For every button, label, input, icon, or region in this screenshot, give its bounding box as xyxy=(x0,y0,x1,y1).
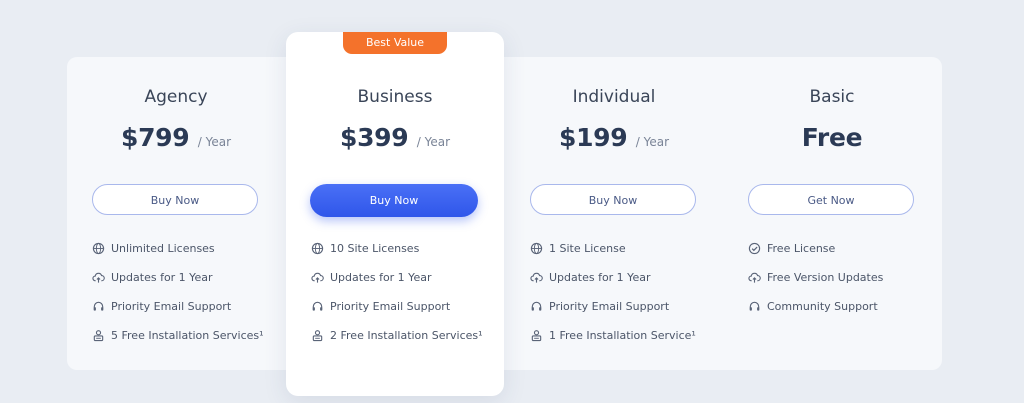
cloud-upload-icon xyxy=(530,271,543,284)
feature-item: Priority Email Support xyxy=(92,300,264,329)
globe-icon xyxy=(311,242,324,255)
plan-name: Agency xyxy=(144,87,208,107)
feature-list: Free License Free Version Updates Commun… xyxy=(748,242,883,329)
buy-now-button[interactable]: Buy Now xyxy=(530,184,696,215)
globe-icon xyxy=(530,242,543,255)
plan-price: Free xyxy=(723,123,941,152)
feature-list: Unlimited Licenses Updates for 1 Year Pr… xyxy=(92,242,264,358)
feature-item: Priority Email Support xyxy=(311,300,483,329)
feature-item: Free Version Updates xyxy=(748,271,883,300)
plan-card-basic: Basic Free Get Now Free License Free Ver… xyxy=(723,57,941,370)
price-period: / Year xyxy=(197,135,232,149)
headset-icon xyxy=(748,300,761,313)
feature-list: 10 Site Licenses Updates for 1 Year Prio… xyxy=(311,242,483,358)
headset-icon xyxy=(530,300,543,313)
feature-item: Priority Email Support xyxy=(530,300,696,329)
buy-now-button[interactable]: Buy Now xyxy=(92,184,258,215)
feature-item: Updates for 1 Year xyxy=(311,271,483,300)
feature-item: 5 Free Installation Services¹ xyxy=(92,329,264,358)
price-amount: Free xyxy=(801,123,863,152)
cloud-upload-icon xyxy=(92,271,105,284)
price-amount: $199 xyxy=(558,123,628,152)
installer-icon xyxy=(530,329,543,342)
buy-now-button[interactable]: Buy Now xyxy=(310,184,478,217)
cloud-upload-icon xyxy=(748,271,761,284)
price-amount: $399 xyxy=(339,123,409,152)
plan-price: $399 / Year xyxy=(286,123,504,152)
feature-item: 2 Free Installation Services¹ xyxy=(311,329,483,358)
price-amount: $799 xyxy=(120,123,190,152)
feature-list: 1 Site License Updates for 1 Year Priori… xyxy=(530,242,696,358)
installer-icon xyxy=(311,329,324,342)
plan-name: Business xyxy=(357,87,433,107)
headset-icon xyxy=(311,300,324,313)
feature-item: Unlimited Licenses xyxy=(92,242,264,271)
installer-icon xyxy=(92,329,105,342)
feature-item: 1 Free Installation Service¹ xyxy=(530,329,696,358)
price-period: / Year xyxy=(416,135,451,149)
plan-card-individual: Individual $199 / Year Buy Now 1 Site Li… xyxy=(505,57,723,370)
feature-item: Updates for 1 Year xyxy=(92,271,264,300)
best-value-badge: Best Value xyxy=(343,32,447,54)
feature-item: 1 Site License xyxy=(530,242,696,271)
headset-icon xyxy=(92,300,105,313)
cloud-upload-icon xyxy=(311,271,324,284)
plan-card-business: Best Value Business $399 / Year Buy Now … xyxy=(286,32,504,396)
feature-item: Community Support xyxy=(748,300,883,329)
feature-item: Updates for 1 Year xyxy=(530,271,696,300)
price-period: / Year xyxy=(635,135,670,149)
plan-name: Individual xyxy=(572,87,656,107)
plan-price: $199 / Year xyxy=(505,123,723,152)
plan-price: $799 / Year xyxy=(67,123,285,152)
feature-item: 10 Site Licenses xyxy=(311,242,483,271)
globe-icon xyxy=(92,242,105,255)
get-now-button[interactable]: Get Now xyxy=(748,184,914,215)
plan-card-agency: Agency $799 / Year Buy Now Unlimited Lic… xyxy=(67,57,285,370)
feature-item: Free License xyxy=(748,242,883,271)
check-circle-icon xyxy=(748,242,761,255)
plan-name: Basic xyxy=(809,87,855,107)
